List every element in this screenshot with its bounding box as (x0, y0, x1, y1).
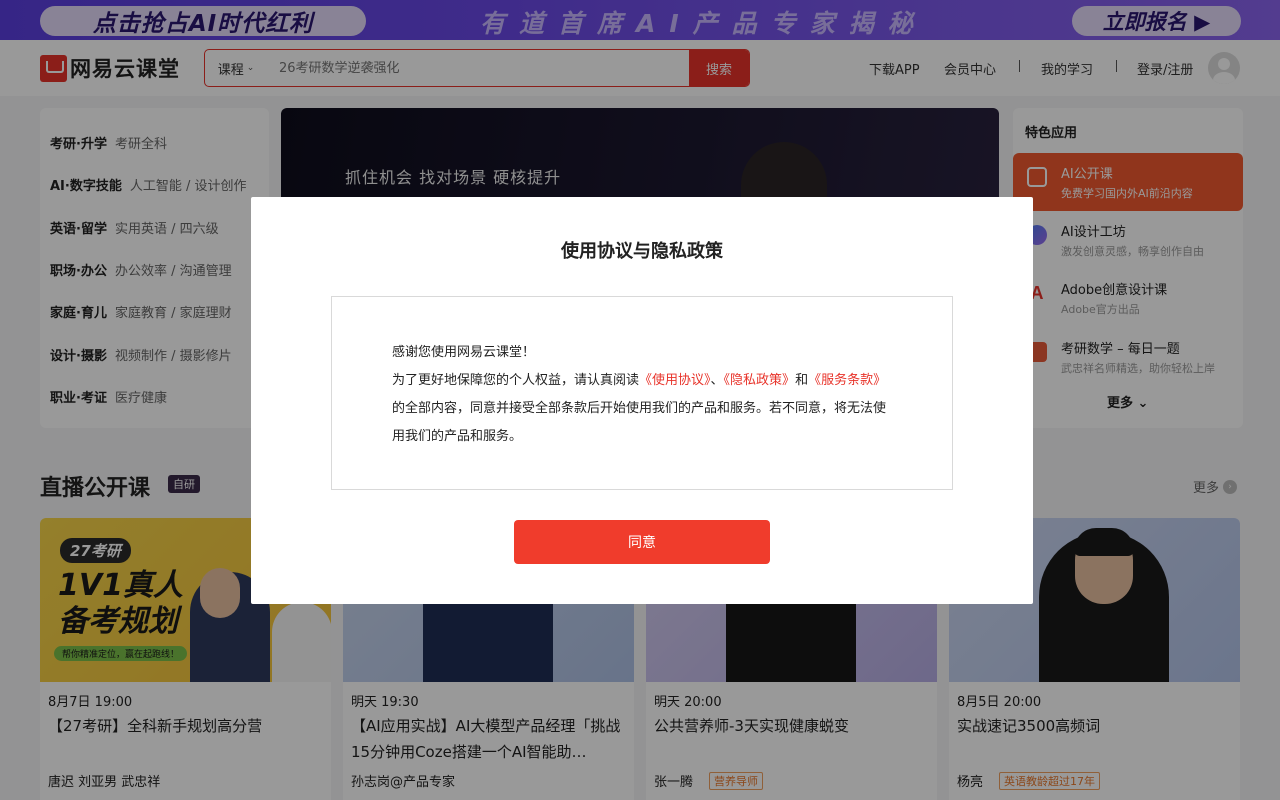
modal-greeting: 感谢您使用网易云课堂！ (392, 345, 536, 360)
modal-intro: 为了更好地保障您的个人权益，请认真阅读 (392, 373, 640, 388)
terms-of-service-link[interactable]: 《服务条款》 (808, 373, 886, 388)
privacy-policy-link[interactable]: 《隐私政策》 (724, 373, 796, 388)
agree-button[interactable]: 同意 (514, 520, 770, 564)
privacy-modal: 使用协议与隐私政策 感谢您使用网易云课堂！ 为了更好地保障您的个人权益，请认真阅… (251, 197, 1033, 604)
modal-and: 和 (795, 373, 809, 388)
modal-body: 感谢您使用网易云课堂！ 为了更好地保障您的个人权益，请认真阅读《使用协议》、《隐… (392, 339, 892, 451)
modal-rest: 的全部内容，同意并接受全部条款后开始使用我们的产品和服务。若不同意，将无法使用我… (392, 401, 887, 444)
modal-sep: 、 (710, 373, 724, 388)
user-agreement-link[interactable]: 《使用协议》 (639, 373, 711, 388)
modal-paragraph: 为了更好地保障您的个人权益，请认真阅读《使用协议》、《隐私政策》和《服务条款》的… (392, 367, 892, 451)
modal-content-box: 感谢您使用网易云课堂！ 为了更好地保障您的个人权益，请认真阅读《使用协议》、《隐… (331, 296, 953, 490)
modal-title: 使用协议与隐私政策 (561, 241, 723, 262)
